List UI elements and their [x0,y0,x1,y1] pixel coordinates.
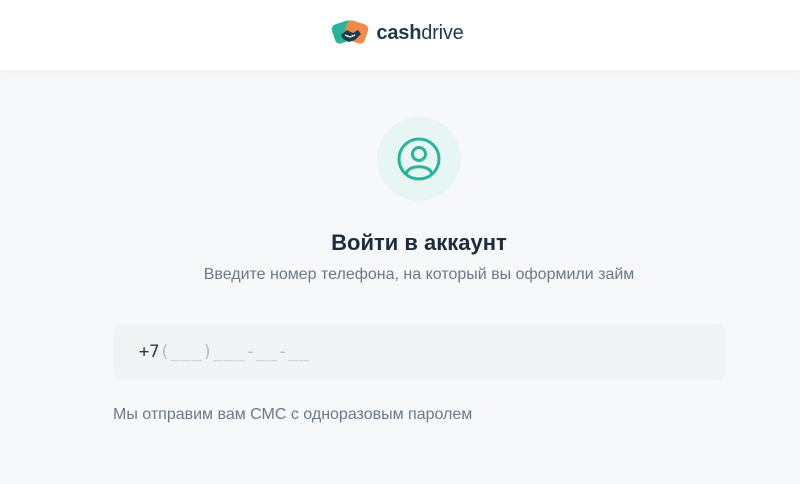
handshake-logo-icon [332,20,369,44]
brand-wordmark: cashdrive [376,22,463,45]
brand-logo[interactable]: cashdrive [330,13,464,53]
phone-mask-placeholder: (___)___-__-__ [159,342,310,362]
page-subtitle: Введите номер телефона, на который вы оф… [203,266,635,283]
sms-hint: Мы отправим вам СМС с одноразовым пароле… [113,406,473,423]
phone-input[interactable]: +7 (___)___-__-__ [113,323,725,381]
header: cashdrive [0,0,800,70]
phone-prefix: +7 [139,342,160,362]
user-circle-icon [397,137,441,181]
brand-name-regular: drive [421,21,464,44]
page-title: Войти в аккаунт [331,230,507,255]
avatar [377,117,461,201]
brand-name-bold: cash [376,21,422,44]
login-panel: Войти в аккаунт Введите номер телефона, … [0,70,800,484]
